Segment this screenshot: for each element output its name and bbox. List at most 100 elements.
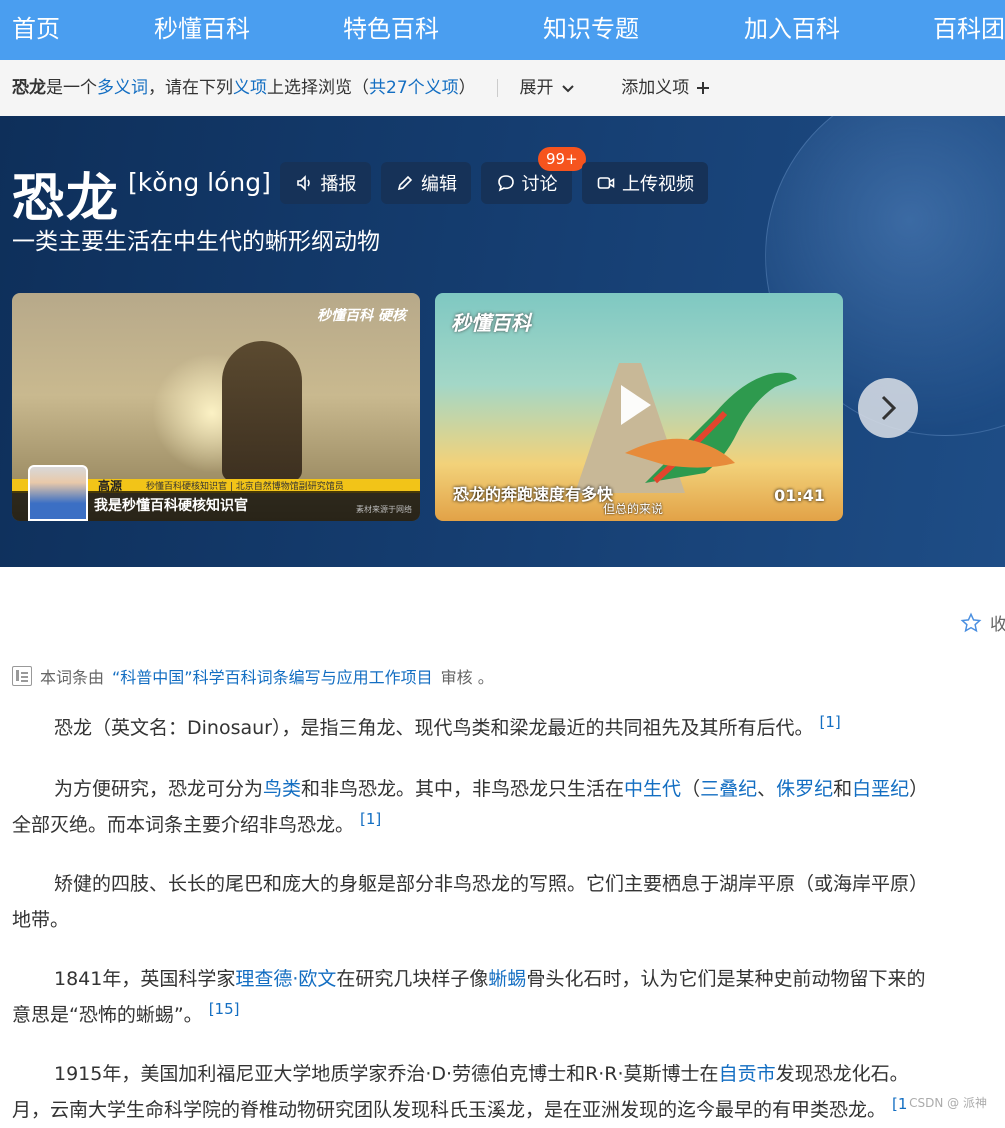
- link-lizard[interactable]: 蜥蜴: [488, 968, 526, 990]
- polysemy-bar: 恐龙是一个多义词，请在下列义项上选择浏览（共27个义项） 展开 添加义项: [0, 60, 1005, 116]
- video-card-expert[interactable]: 秒懂百科 硬核 高源 秒懂百科硬核知识官 | 北京自然博物馆副研究馆员 我是秒懂…: [12, 293, 420, 521]
- link-zigong[interactable]: 自贡市: [719, 1063, 776, 1085]
- upload-video-button[interactable]: 上传视频: [582, 162, 708, 204]
- paragraph-text: 在研究几块样子像: [336, 968, 489, 990]
- paragraph-text: （: [681, 778, 701, 800]
- polysemy-text: ，请在下列: [148, 78, 233, 98]
- paragraph-text: 发现恐龙化石。: [775, 1063, 909, 1085]
- polysemy-text: 上选择浏览（: [267, 78, 369, 98]
- nav-item-miaodong[interactable]: 秒懂百科: [154, 0, 250, 60]
- paragraph: 意思是“恐怖的蜥蜴”。 [15]: [12, 998, 1005, 1033]
- paragraph: 恐龙（英文名：Dinosaur），是指三角龙、现代鸟类和梁龙最近的共同祖先及其所…: [12, 711, 1005, 746]
- video-logo: 秒懂百科: [451, 311, 531, 335]
- nav-item-home[interactable]: 首页: [12, 0, 60, 60]
- star-icon: [960, 612, 982, 632]
- link-jurassic[interactable]: 侏罗纪: [776, 778, 833, 800]
- expand-button[interactable]: 展开: [519, 60, 577, 116]
- nav-item-topics[interactable]: 知识专题: [543, 0, 639, 60]
- collect-label: 收: [990, 615, 1005, 635]
- chevron-right-icon: [881, 395, 897, 421]
- paragraph-text: 恐龙（英文名：Dinosaur），是指三角龙、现代鸟类和梁龙最近的共同祖先及其所…: [54, 717, 814, 739]
- pencil-icon: [397, 175, 413, 191]
- carousel-next-button[interactable]: [858, 378, 918, 438]
- link-mesozoic[interactable]: 中生代: [624, 778, 681, 800]
- nav-item-team[interactable]: 百科团: [933, 0, 1005, 60]
- broadcast-button[interactable]: 播报: [280, 162, 371, 204]
- paragraph: 1841年，英国科学家理查德·欧文在研究几块样子像蜥蜴骨头化石时，认为它们是某种…: [12, 962, 1005, 997]
- sense-count-link[interactable]: 共27个义项: [369, 78, 459, 98]
- page-subtitle: 一类主要生活在中生代的蜥形纲动物: [12, 229, 380, 255]
- paragraph-text: 1915年，美国加利福尼亚大学地质学家乔治·D·劳德伯克博士和R·R·莫斯博士在: [54, 1063, 719, 1085]
- paragraph-text: 和: [833, 778, 853, 800]
- polysemy-term: 恐龙: [12, 78, 46, 98]
- video-logo: 秒懂百科 硬核: [317, 308, 406, 324]
- nav-item-join[interactable]: 加入百科: [744, 0, 840, 60]
- polysemy-text: ）: [458, 78, 476, 98]
- paragraph-text: 1841年，英国科学家: [54, 968, 236, 990]
- video-card-dinosaur[interactable]: 秒懂百科 恐龙的奔跑速度有多快 01:41 但总的来说: [435, 293, 843, 521]
- review-prefix: 本词条由: [40, 668, 105, 687]
- paragraph-text: ）: [909, 778, 929, 800]
- reference-link[interactable]: [1: [892, 1095, 907, 1113]
- paragraph: 为方便研究，恐龙可分为鸟类和非鸟恐龙。其中，非鸟恐龙只生活在中生代（三叠纪、侏罗…: [12, 772, 1005, 807]
- expand-label: 展开: [519, 78, 554, 98]
- page-title: 恐龙: [12, 169, 121, 229]
- video-caption: 恐龙的奔跑速度有多快: [453, 485, 614, 504]
- review-project-link[interactable]: “科普中国”科学百科词条编写与应用工作项目: [112, 664, 433, 688]
- paragraph: 全部灭绝。而本词条主要介绍非鸟恐龙。 [1]: [12, 808, 1005, 843]
- broadcast-label: 播报: [320, 174, 357, 195]
- link-triassic[interactable]: 三叠纪: [700, 778, 757, 800]
- chat-bubble-icon: [497, 175, 514, 192]
- dinosaur-illustration: [625, 372, 797, 484]
- paragraph-text: 为方便研究，恐龙可分为: [54, 778, 264, 800]
- statue-figure: [222, 341, 302, 481]
- edit-button[interactable]: 编辑: [381, 162, 471, 204]
- hero-banner: 恐龙 [kǒng lóng] 播报 编辑 讨论 99+ 上传视频 一类主要生活在…: [0, 116, 1005, 567]
- top-nav: 首页 秒懂百科 特色百科 知识专题 加入百科 百科团: [0, 0, 1005, 60]
- source-note: 素材来源于网络: [356, 505, 412, 514]
- paragraph: 1915年，美国加利福尼亚大学地质学家乔治·D·劳德伯克博士和R·R·莫斯博士在…: [12, 1057, 1005, 1092]
- upload-video-label: 上传视频: [622, 174, 694, 195]
- paragraph-text: 全部灭绝。而本词条主要介绍非鸟恐龙。: [12, 814, 355, 836]
- reference-link[interactable]: [1]: [360, 810, 381, 828]
- paragraph-text: 、: [757, 778, 777, 800]
- discuss-count-badge: 99+: [538, 147, 586, 171]
- play-icon[interactable]: [621, 385, 651, 425]
- avatar: [28, 465, 88, 521]
- discuss-label: 讨论: [521, 174, 558, 195]
- chevron-down-icon: [562, 85, 575, 93]
- link-birds[interactable]: 鸟类: [263, 778, 301, 800]
- senses-link[interactable]: 义项: [233, 78, 267, 98]
- watermark: CSDN @ 派神: [909, 1096, 987, 1110]
- video-duration: 01:41: [774, 486, 825, 505]
- paragraph-text: 骨头化石时，认为它们是某种史前动物留下来的: [526, 968, 926, 990]
- add-sense-button[interactable]: 添加义项: [621, 60, 711, 116]
- paragraph-text: 月，云南大学生命科学院的脊椎动物研究团队发现科氏玉溪龙，是在亚洲发现的迄今最早的…: [12, 1099, 887, 1121]
- pinyin: [kǒng lóng]: [128, 168, 271, 197]
- paragraph: 矫健的四肢、长长的尾巴和庞大的身躯是部分非鸟恐龙的写照。它们主要栖息于湖岸平原（…: [12, 867, 1005, 902]
- speaker-icon: [296, 175, 310, 191]
- video-camera-icon: [597, 177, 615, 189]
- edit-label: 编辑: [421, 174, 457, 195]
- link-richard-owen[interactable]: 理查德·欧文: [235, 968, 336, 990]
- paragraph-text: 和非鸟恐龙。其中，非鸟恐龙只生活在: [301, 778, 625, 800]
- collect-button[interactable]: 收: [960, 610, 1005, 635]
- divider: [497, 79, 499, 97]
- add-sense-label: 添加义项: [621, 78, 690, 98]
- video-subtitle: 但总的来说: [603, 502, 664, 516]
- polysemy-text: 是一个: [46, 78, 97, 98]
- paragraph: 地带。: [12, 903, 1005, 938]
- plus-icon: [697, 82, 710, 94]
- document-icon: [12, 666, 32, 686]
- polysemy-link[interactable]: 多义词: [97, 78, 148, 98]
- reference-link[interactable]: [1]: [819, 713, 840, 731]
- paragraph: 月，云南大学生命科学院的脊椎动物研究团队发现科氏玉溪龙，是在亚洲发现的迄今最早的…: [12, 1093, 1005, 1128]
- review-note: 本词条由 “科普中国”科学百科词条编写与应用工作项目 审核 。: [12, 664, 494, 688]
- link-cretaceous[interactable]: 白垩纪: [852, 778, 909, 800]
- paragraph-text: 矫健的四肢、长长的尾巴和庞大的身躯是部分非鸟恐龙的写照。它们主要栖息于湖岸平原（…: [54, 873, 929, 895]
- nav-item-featured[interactable]: 特色百科: [343, 0, 439, 60]
- reference-link[interactable]: [15]: [209, 1000, 240, 1018]
- review-suffix: 审核 。: [440, 668, 494, 687]
- paragraph-text: 地带。: [12, 909, 70, 931]
